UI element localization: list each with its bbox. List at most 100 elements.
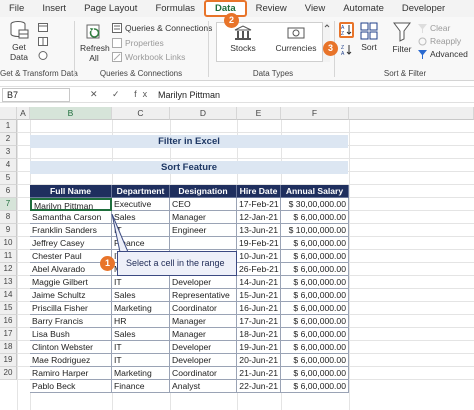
table-cell[interactable]: Manager bbox=[170, 328, 237, 341]
table-cell[interactable]: $ 10,00,000.00 bbox=[281, 224, 349, 237]
table-cell[interactable]: 15-Jun-21 bbox=[237, 289, 281, 302]
tab-review[interactable]: Review bbox=[247, 0, 296, 17]
tab-view[interactable]: View bbox=[296, 0, 334, 17]
tab-file[interactable]: File bbox=[0, 0, 33, 17]
table-cell[interactable]: Coordinator bbox=[170, 302, 237, 315]
tab-formulas[interactable]: Formulas bbox=[146, 0, 204, 17]
table-cell[interactable]: Jeffrey Casey bbox=[30, 237, 112, 250]
table-cell[interactable]: Samantha Carson bbox=[30, 211, 112, 224]
column-header-e[interactable]: E bbox=[237, 107, 281, 120]
table-cell[interactable]: IT bbox=[112, 341, 170, 354]
row-header[interactable]: 3 bbox=[0, 146, 17, 159]
table-cell[interactable]: $ 6,00,000.00 bbox=[281, 367, 349, 380]
table-cell[interactable]: $ 30,00,000.00 bbox=[281, 198, 349, 211]
column-header-c[interactable]: C bbox=[112, 107, 170, 120]
sort-a-to-z-button[interactable]: A Z bbox=[339, 22, 354, 38]
table-cell[interactable]: 22-Jun-21 bbox=[237, 380, 281, 393]
sort-button[interactable]: Sort bbox=[358, 22, 380, 52]
tab-automate[interactable]: Automate bbox=[334, 0, 393, 17]
table-cell[interactable]: 14-Jun-21 bbox=[237, 276, 281, 289]
row-header[interactable]: 7 bbox=[0, 198, 17, 211]
formula-input[interactable]: Marilyn Pittman bbox=[158, 88, 220, 102]
row-header[interactable]: 11 bbox=[0, 250, 17, 263]
table-cell[interactable]: Developer bbox=[170, 354, 237, 367]
tab-developer[interactable]: Developer bbox=[393, 0, 454, 17]
select-all-corner[interactable] bbox=[0, 107, 17, 120]
properties-button[interactable]: Properties bbox=[112, 38, 164, 48]
row-header[interactable]: 13 bbox=[0, 276, 17, 289]
queries-connections-button[interactable]: Queries & Connections bbox=[112, 23, 212, 33]
active-cell[interactable]: Marilyn Pittman bbox=[30, 198, 112, 211]
table-cell[interactable]: 20-Jun-21 bbox=[237, 354, 281, 367]
table-cell[interactable]: Marketing bbox=[112, 367, 170, 380]
table-cell[interactable]: Sales bbox=[112, 289, 170, 302]
table-cell[interactable]: Sales bbox=[112, 328, 170, 341]
table-cell[interactable]: Manager bbox=[170, 315, 237, 328]
table-cell[interactable]: 26-Feb-21 bbox=[237, 263, 281, 276]
currencies-button[interactable]: Currencies bbox=[270, 25, 322, 53]
table-cell[interactable]: $ 6,00,000.00 bbox=[281, 289, 349, 302]
table-cell[interactable]: $ 6,00,000.00 bbox=[281, 250, 349, 263]
stocks-button[interactable]: Stocks bbox=[222, 25, 264, 53]
table-cell[interactable]: $ 6,00,000.00 bbox=[281, 276, 349, 289]
workbook-links-button[interactable]: Workbook Links bbox=[112, 52, 185, 62]
table-cell[interactable]: 13-Jun-21 bbox=[237, 224, 281, 237]
table-cell[interactable]: Executive bbox=[112, 198, 170, 211]
row-header[interactable]: 19 bbox=[0, 354, 17, 367]
tab-page-layout[interactable]: Page Layout bbox=[75, 0, 146, 17]
table-header-cell[interactable]: Annual Salary bbox=[281, 185, 349, 198]
table-cell[interactable]: Franklin Sanders bbox=[30, 224, 112, 237]
row-header[interactable]: 10 bbox=[0, 237, 17, 250]
row-header[interactable]: 16 bbox=[0, 315, 17, 328]
table-cell[interactable]: CEO bbox=[170, 198, 237, 211]
table-cell[interactable]: 18-Jun-21 bbox=[237, 328, 281, 341]
recent-sources-icon[interactable] bbox=[38, 51, 48, 60]
table-cell[interactable]: $ 6,00,000.00 bbox=[281, 354, 349, 367]
row-header[interactable]: 20 bbox=[0, 367, 17, 380]
table-cell[interactable]: Maggie Gilbert bbox=[30, 276, 112, 289]
table-cell[interactable]: 17-Feb-21 bbox=[237, 198, 281, 211]
table-header-cell[interactable]: Department bbox=[112, 185, 170, 198]
column-header-b[interactable]: B bbox=[30, 107, 112, 120]
table-cell[interactable]: $ 6,00,000.00 bbox=[281, 380, 349, 393]
row-header[interactable]: 14 bbox=[0, 289, 17, 302]
row-header[interactable]: 8 bbox=[0, 211, 17, 224]
get-data-button[interactable]: Get Data bbox=[4, 20, 34, 62]
table-header-cell[interactable]: Designation bbox=[170, 185, 237, 198]
row-header[interactable]: 2 bbox=[0, 133, 17, 146]
filter-button[interactable]: Filter bbox=[390, 22, 414, 54]
table-cell[interactable]: Representative bbox=[170, 289, 237, 302]
table-cell[interactable]: Barry Francis bbox=[30, 315, 112, 328]
table-cell[interactable]: $ 6,00,000.00 bbox=[281, 302, 349, 315]
row-header[interactable]: 4 bbox=[0, 159, 17, 172]
table-cell[interactable]: 10-Jun-21 bbox=[237, 250, 281, 263]
table-cell[interactable]: 19-Feb-21 bbox=[237, 237, 281, 250]
table-cell[interactable]: $ 6,00,000.00 bbox=[281, 263, 349, 276]
table-header-cell[interactable]: Full Name bbox=[30, 185, 112, 198]
reapply-button[interactable]: Reapply bbox=[418, 36, 461, 46]
table-cell[interactable]: Pablo Beck bbox=[30, 380, 112, 393]
table-cell[interactable]: Marketing bbox=[112, 302, 170, 315]
tab-insert[interactable]: Insert bbox=[33, 0, 75, 17]
table-cell[interactable]: 16-Jun-21 bbox=[237, 302, 281, 315]
table-cell[interactable]: 19-Jun-21 bbox=[237, 341, 281, 354]
column-header-d[interactable]: D bbox=[170, 107, 237, 120]
table-cell[interactable]: Developer bbox=[170, 276, 237, 289]
table-cell[interactable]: Clinton Webster bbox=[30, 341, 112, 354]
table-cell[interactable]: Analyst bbox=[170, 380, 237, 393]
row-header[interactable]: 5 bbox=[0, 172, 17, 185]
table-cell[interactable]: $ 6,00,000.00 bbox=[281, 315, 349, 328]
row-header[interactable]: 18 bbox=[0, 341, 17, 354]
table-cell[interactable]: Mae Rodriguez bbox=[30, 354, 112, 367]
table-cell[interactable]: 17-Jun-21 bbox=[237, 315, 281, 328]
table-cell[interactable]: 12-Jan-21 bbox=[237, 211, 281, 224]
table-cell[interactable]: IT bbox=[112, 354, 170, 367]
table-cell[interactable]: Engineer bbox=[170, 224, 237, 237]
name-box[interactable]: B7 bbox=[2, 88, 70, 102]
table-cell[interactable]: Finance bbox=[112, 380, 170, 393]
table-cell[interactable]: Jaime Schultz bbox=[30, 289, 112, 302]
advanced-button[interactable]: Advanced bbox=[418, 49, 468, 59]
row-header[interactable]: 15 bbox=[0, 302, 17, 315]
row-header[interactable]: 6 bbox=[0, 185, 17, 198]
row-header[interactable]: 12 bbox=[0, 263, 17, 276]
